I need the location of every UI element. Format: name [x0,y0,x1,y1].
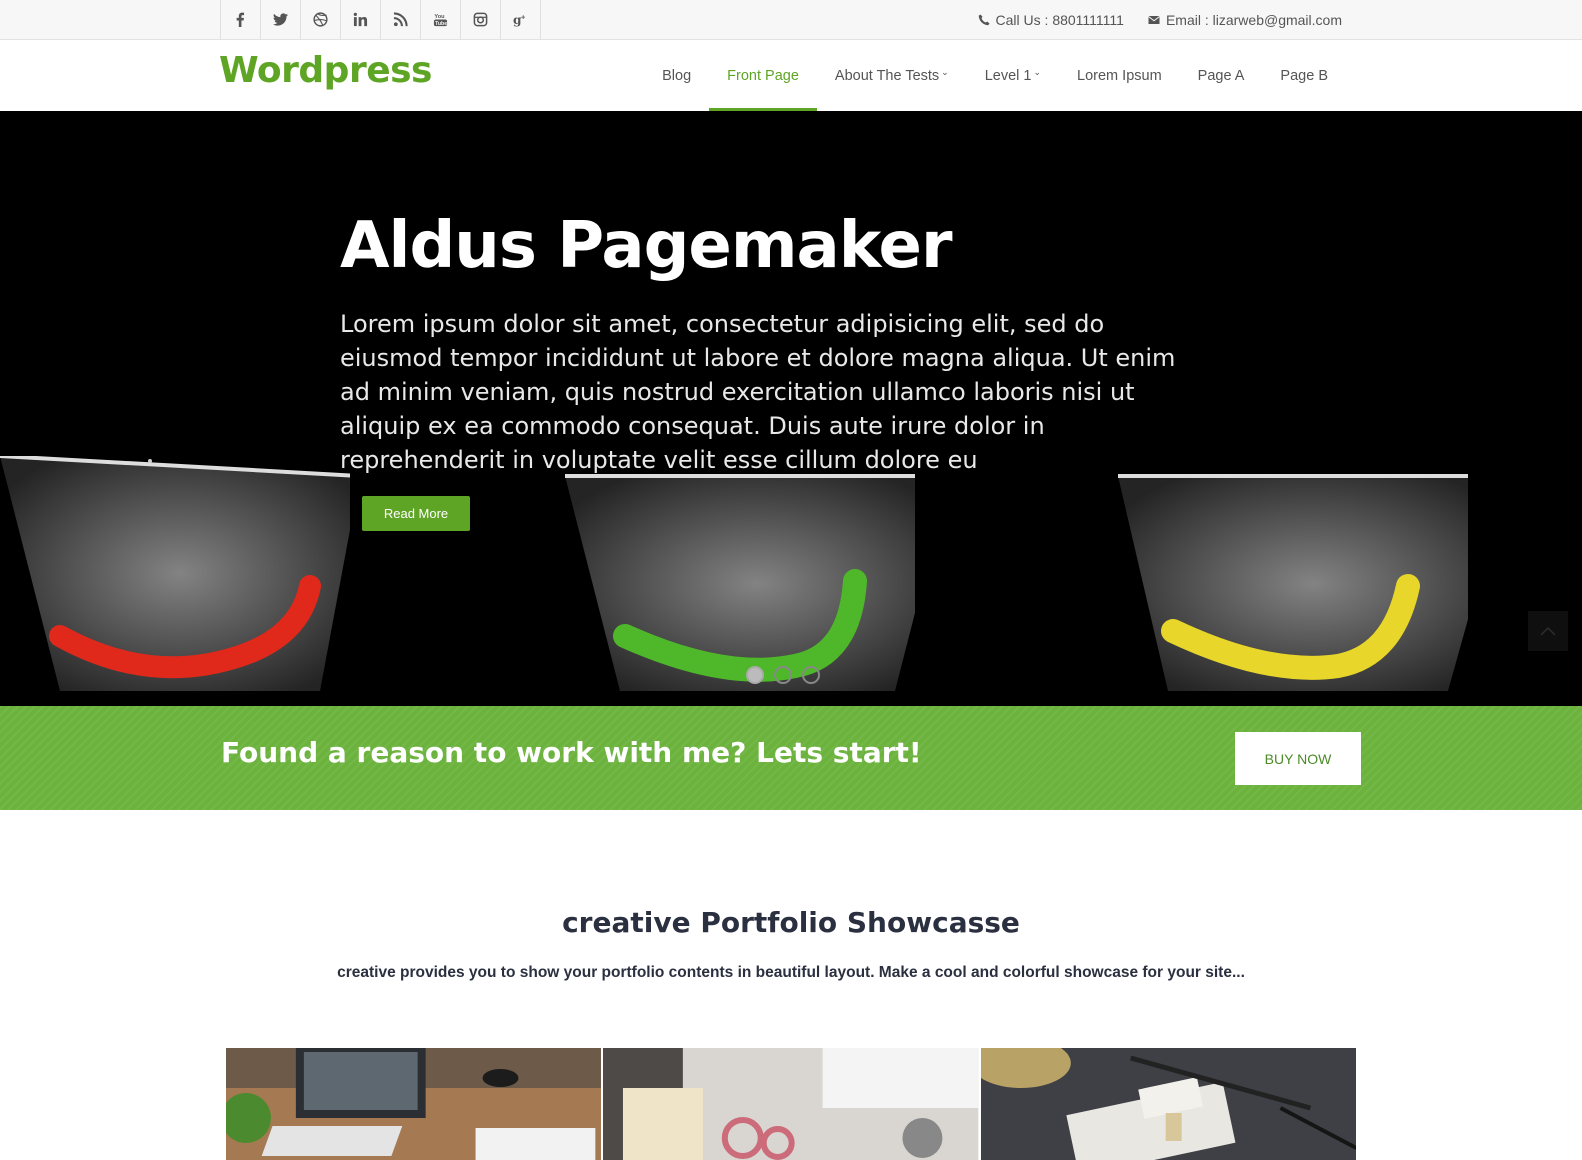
portfolio-grid [226,1048,1356,1160]
dribbble-icon[interactable] [301,0,341,39]
linkedin-icon[interactable] [341,0,381,39]
envelope-icon [1148,15,1160,24]
glass-red-pepper-image [0,456,350,691]
nav-item-level-1[interactable]: Level 1 ⌄ [967,40,1059,111]
portfolio-subtitle: creative provides you to show your portf… [337,964,1245,981]
rss-icon[interactable] [381,0,421,39]
chevron-up-icon [1540,626,1556,636]
scroll-to-top-button[interactable] [1528,611,1568,651]
call-to-action-banner: Found a reason to work with me? Lets sta… [0,706,1582,810]
hero-slider: Aldus Pagemaker Lorem ipsum dolor sit am… [0,111,1582,706]
youtube-icon[interactable]: You Tube [421,0,461,39]
slider-dot-3[interactable] [802,666,820,684]
svg-text:+: + [521,13,526,22]
nav-item-about-the-tests[interactable]: About The Tests ⌄ [817,40,967,111]
portfolio-title: creative Portfolio Showcasse [562,906,1020,939]
portfolio-item-desk-computer[interactable] [226,1048,602,1160]
call-us-text: Call Us : 8801111111 [995,11,1124,28]
nav-item-blog[interactable]: Blog [644,40,709,111]
nav-item-label: Blog [662,67,692,84]
nav-item-lorem-ipsum[interactable]: Lorem Ipsum [1059,40,1180,111]
main-nav: Blog Front Page About The Tests ⌄ Level 1… [644,40,1346,111]
site-header: Wordpress Blog Front Page About The Test… [0,40,1582,111]
portfolio-item-office-supplies[interactable] [603,1048,979,1160]
svg-text:You: You [434,14,445,20]
nav-item-label: About The Tests [834,67,940,84]
chevron-down-icon: ⌄ [941,67,949,77]
instagram-icon[interactable] [461,0,501,39]
glass-yellow-pepper-image [1118,474,1468,691]
hero-title: Aldus Pagemaker [340,209,952,283]
nav-item-label: Lorem Ipsum [1077,67,1162,84]
nav-item-label: Page B [1280,67,1328,84]
nav-item-front-page[interactable]: Front Page [709,40,817,111]
read-more-button[interactable]: Read More [362,496,470,531]
site-logo[interactable]: Wordpress [219,50,432,91]
svg-text:Tube: Tube [435,21,447,27]
contact-info: Call Us : 8801111111 Email : lizarweb@gm… [978,0,1342,39]
portfolio-item-sketch-desk[interactable] [980,1048,1356,1160]
google-plus-icon[interactable]: g + [501,0,541,39]
nav-item-label: Front Page [727,67,799,84]
twitter-icon[interactable] [261,0,301,39]
glass-green-pepper-image [565,474,915,691]
chevron-down-icon: ⌄ [1033,67,1042,77]
email-contact[interactable]: Email : lizarweb@gmail.com [1148,12,1342,28]
cta-text: Found a reason to work with me? Lets sta… [221,736,922,769]
hero-text: Lorem ipsum dolor sit amet, consectetur … [340,310,1176,474]
top-bar: You Tube g + Call Us : 8801111111 Email : … [0,0,1582,40]
slider-dot-2[interactable] [774,666,792,684]
nav-item-page-b[interactable]: Page B [1262,40,1346,111]
email-text: Email : lizarweb@gmail.com [1165,11,1342,28]
nav-item-label: Page A [1197,67,1245,84]
nav-item-label: Level 1 [984,67,1032,84]
social-links: You Tube g + [220,0,541,39]
facebook-icon[interactable] [221,0,261,39]
slider-dots [746,666,820,684]
call-us: Call Us : 8801111111 [978,12,1124,28]
nav-item-page-a[interactable]: Page A [1180,40,1263,111]
buy-now-button[interactable]: BUY NOW [1235,732,1361,785]
slider-dot-1[interactable] [746,666,764,684]
phone-icon [978,14,990,25]
